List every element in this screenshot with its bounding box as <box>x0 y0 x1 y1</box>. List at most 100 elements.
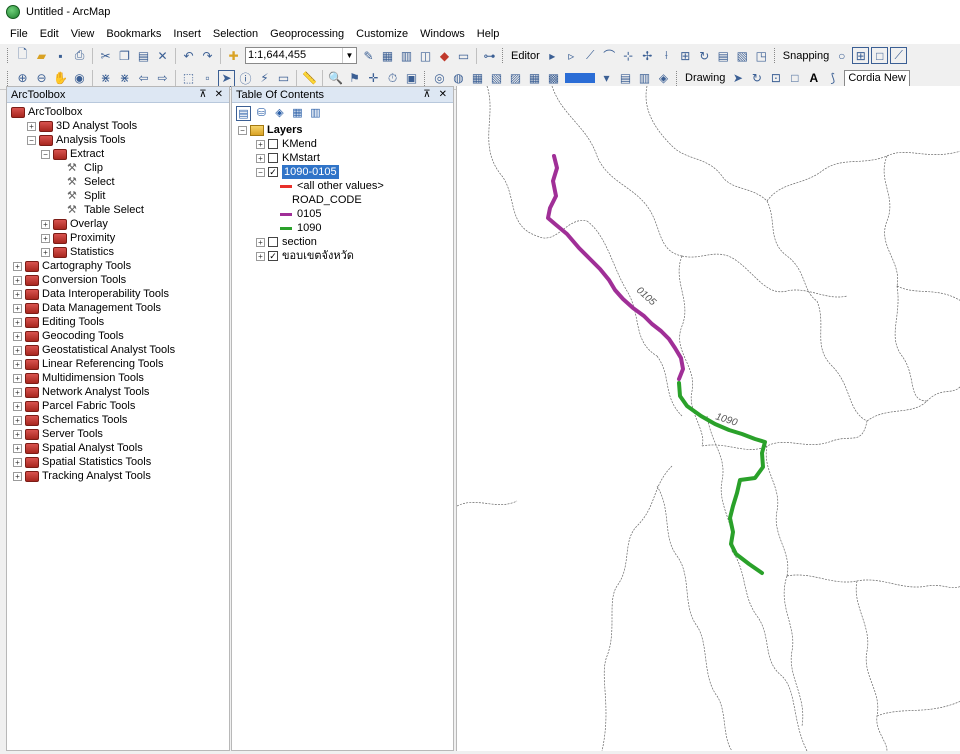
list-by-source-icon[interactable]: ⛁ <box>254 106 269 121</box>
expand-icon[interactable]: + <box>41 233 50 243</box>
chart-icon[interactable]: ▩ <box>545 70 562 87</box>
swipe-icon[interactable]: ▧ <box>488 70 505 87</box>
toolbox-item[interactable]: + Statistics <box>7 245 229 259</box>
zoom-out-icon[interactable]: ⊖ <box>33 70 50 87</box>
fixed-zoom-in-icon[interactable]: ⋇ <box>97 70 114 87</box>
expand-icon[interactable]: + <box>13 415 22 425</box>
html-popup-icon[interactable]: ▭ <box>275 70 292 87</box>
trace-icon[interactable]: ⌒ <box>601 47 618 64</box>
clear-selection-icon[interactable]: ▫ <box>199 70 216 87</box>
hyperlink-icon[interactable]: ⚡ <box>256 70 273 87</box>
select-elements-icon[interactable]: ➤ <box>218 69 235 87</box>
flicker-icon[interactable]: ▨ <box>507 70 524 87</box>
text-icon[interactable]: A <box>805 70 822 87</box>
georeferencing-icon[interactable]: ◎ <box>431 70 448 87</box>
open-folder-icon[interactable]: ▰ <box>33 47 50 64</box>
toolbox-item[interactable]: + Geostatistical Analyst Tools <box>7 343 229 357</box>
layer-visibility-checkbox[interactable] <box>268 139 278 149</box>
toolbar-grip[interactable] <box>7 70 10 86</box>
toolbar-grip[interactable] <box>773 48 777 63</box>
create-viewer-icon[interactable]: ▣ <box>403 70 420 87</box>
map-view[interactable]: 0105 1090 <box>456 85 960 752</box>
straight-segment-icon[interactable]: ⟋ <box>582 47 599 64</box>
menu-bookmarks[interactable]: Bookmarks <box>100 24 167 44</box>
table-icon[interactable]: ▦ <box>526 70 543 87</box>
splined-text-icon[interactable]: ⟆ <box>824 70 841 87</box>
fixed-zoom-out-icon[interactable]: ⋇ <box>116 70 133 87</box>
measure-icon[interactable]: 📏 <box>301 70 318 87</box>
layer-item[interactable]: + KMstart <box>232 151 453 165</box>
identify-icon[interactable]: ⓘ <box>237 70 254 87</box>
toolbar-grip[interactable] <box>7 48 10 63</box>
tool-item[interactable]: ⚒ Clip <box>7 161 229 175</box>
select-features-icon[interactable]: ⬚ <box>180 70 197 87</box>
time-slider-icon[interactable]: ⏱ <box>384 70 401 87</box>
menu-view[interactable]: View <box>65 24 101 44</box>
toolbox-item[interactable]: + Overlay <box>7 217 229 231</box>
edit-annotation-icon[interactable]: ▹ <box>563 47 580 64</box>
python-window-icon[interactable]: ▭ <box>455 47 472 64</box>
toolbox-item[interactable]: + Parcel Fabric Tools <box>7 399 229 413</box>
toolbox-item[interactable]: + Data Interoperability Tools <box>7 287 229 301</box>
pin-icon[interactable]: ⊼ <box>199 89 206 100</box>
cut-icon[interactable]: ✂ <box>97 47 114 64</box>
print-icon[interactable]: ⎙ <box>71 47 88 64</box>
pin-icon[interactable]: ⊼ <box>423 89 430 100</box>
toolbox-item[interactable]: +3D Analyst Tools <box>7 119 229 133</box>
toolbox-item[interactable]: + Network Analyst Tools <box>7 385 229 399</box>
toolbox-item[interactable]: + Server Tools <box>7 427 229 441</box>
rotate-map-icon[interactable]: ◍ <box>450 70 467 87</box>
toolbox-item[interactable]: + Conversion Tools <box>7 273 229 287</box>
expand-icon[interactable]: + <box>41 247 50 257</box>
toolbox-item[interactable]: + Tracking Analyst Tools <box>7 469 229 483</box>
toolbox-item[interactable]: + Spatial Analyst Tools <box>7 441 229 455</box>
find-icon[interactable]: 🔍 <box>327 70 344 87</box>
toolbox-item[interactable]: + Data Management Tools <box>7 301 229 315</box>
layer-item[interactable]: − ✓ 1090-0105 <box>232 165 453 179</box>
chevron-down-icon[interactable]: ▼ <box>342 48 356 63</box>
expand-icon[interactable]: + <box>256 139 265 149</box>
cut-polygon-icon[interactable]: ⊹ <box>620 47 637 64</box>
topology-icon[interactable]: ◈ <box>655 70 672 87</box>
tool-item[interactable]: ⚒ Split <box>7 189 229 203</box>
back-extent-icon[interactable]: ⇦ <box>135 70 152 87</box>
road-1090-line[interactable] <box>677 381 767 575</box>
toolbox-item[interactable]: + Editing Tools <box>7 315 229 329</box>
toolbox-item[interactable]: + Spatial Statistics Tools <box>7 455 229 469</box>
layer-visibility-checkbox[interactable] <box>268 153 278 163</box>
add-data-icon[interactable]: ✚ <box>225 47 242 64</box>
expand-icon[interactable]: + <box>256 251 265 261</box>
close-icon[interactable]: ✕ <box>439 89 447 100</box>
rectangle-icon[interactable]: □ <box>786 70 803 87</box>
layout-view-icon[interactable]: ▤ <box>617 70 634 87</box>
arctoolbox-root[interactable]: ArcToolbox <box>7 105 229 119</box>
search-window-icon[interactable]: ◫ <box>417 47 434 64</box>
editor-menu[interactable]: Editor <box>508 50 543 62</box>
collapse-icon[interactable]: − <box>27 135 36 145</box>
expand-icon[interactable]: + <box>13 317 22 327</box>
expand-icon[interactable]: + <box>13 387 22 397</box>
menu-windows[interactable]: Windows <box>414 24 471 44</box>
map-scale-combobox[interactable]: 1:1,644,455 ▼ <box>245 47 357 64</box>
end-snapping-icon[interactable]: ⊞ <box>852 47 870 64</box>
legend-entry[interactable]: ROAD_CODE <box>232 193 453 207</box>
list-by-selection-icon[interactable]: ▦ <box>290 106 305 121</box>
menu-help[interactable]: Help <box>471 24 506 44</box>
editor-toolbar-icon[interactable]: ✎ <box>360 47 377 64</box>
list-by-drawing-order-icon[interactable]: ▤ <box>236 105 251 121</box>
data-view-icon[interactable]: ▥ <box>636 70 653 87</box>
font-name-combobox[interactable]: Cordia New <box>844 69 910 87</box>
legend-entry[interactable]: 1090 <box>232 221 453 235</box>
go-to-xy-icon[interactable]: ✛ <box>365 70 382 87</box>
expand-icon[interactable]: + <box>27 121 36 131</box>
layers-root[interactable]: − Layers <box>232 123 453 137</box>
menu-selection[interactable]: Selection <box>207 24 264 44</box>
pan-icon[interactable]: ✋ <box>52 70 69 87</box>
legend-entry[interactable]: <all other values> <box>232 179 453 193</box>
forward-extent-icon[interactable]: ⇨ <box>154 70 171 87</box>
expand-icon[interactable]: + <box>13 289 22 299</box>
rotate-icon[interactable]: ↻ <box>696 47 713 64</box>
table-of-contents-icon[interactable]: ▦ <box>379 47 396 64</box>
tool-item[interactable]: ⚒ Select <box>7 175 229 189</box>
toolbox-item[interactable]: + Linear Referencing Tools <box>7 357 229 371</box>
